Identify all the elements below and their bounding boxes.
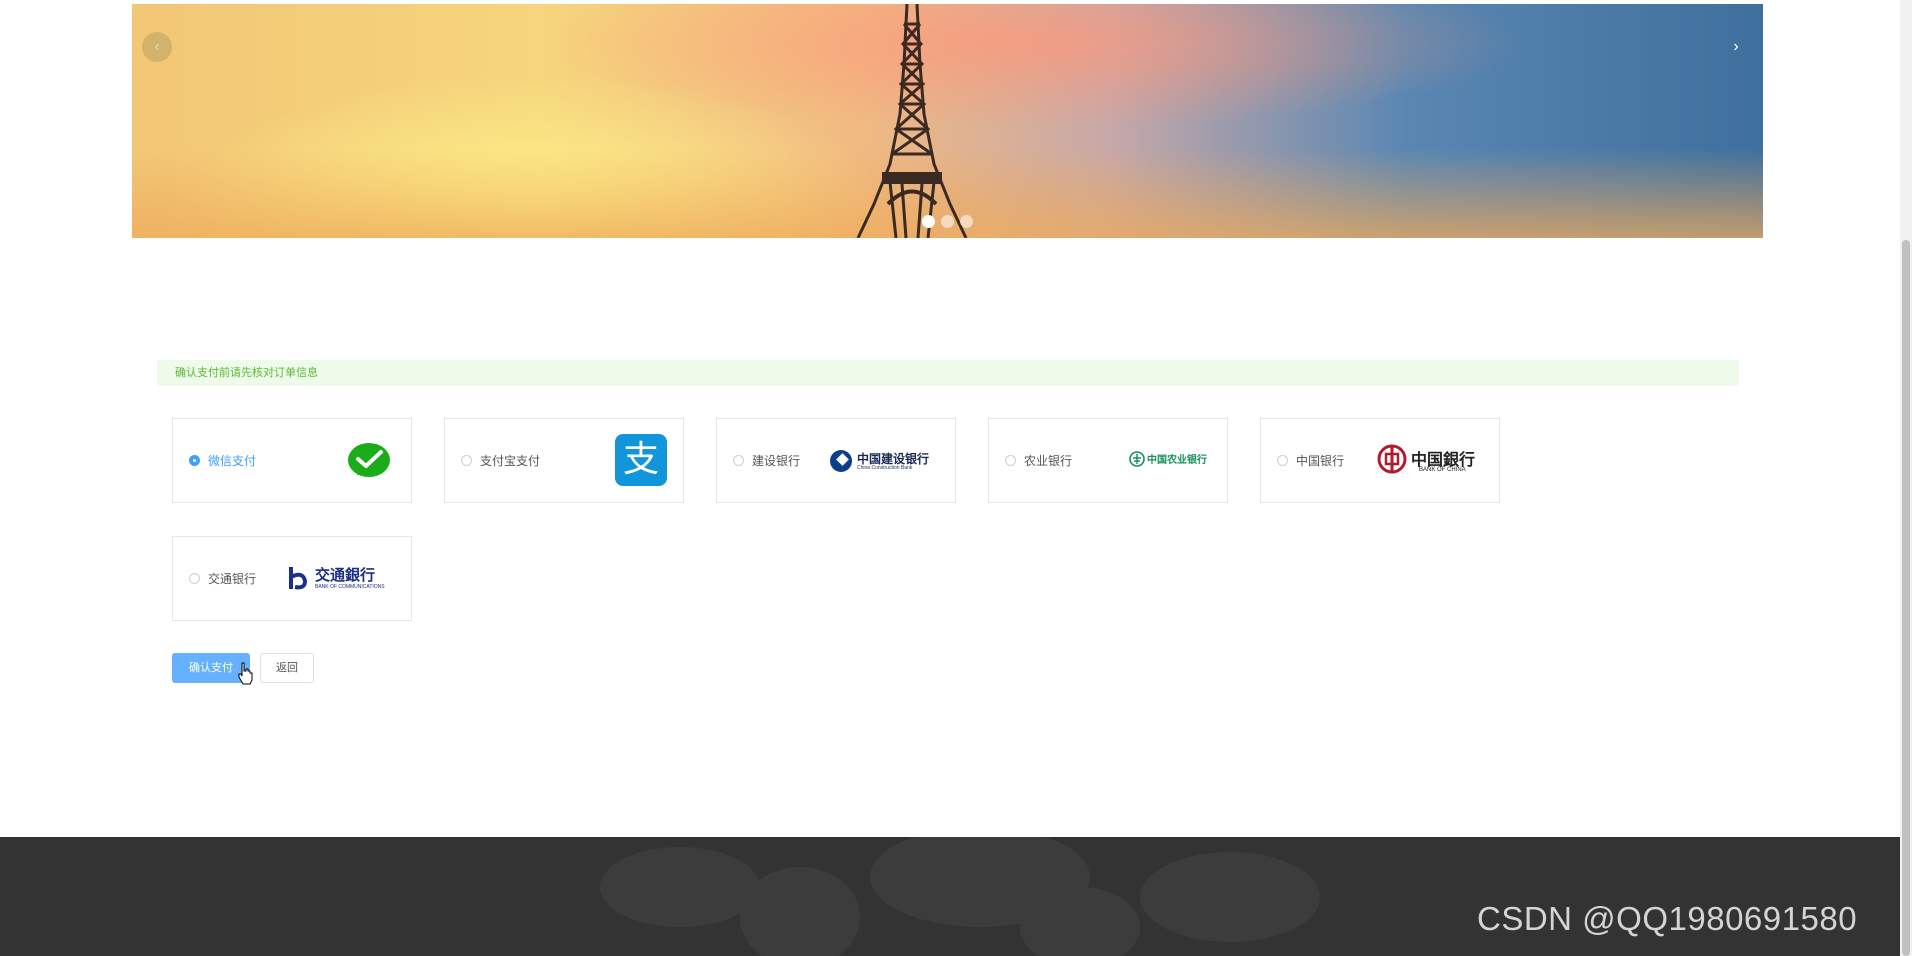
back-button[interactable]: 返回 <box>260 653 314 683</box>
csdn-watermark: CSDN @QQ1980691580 <box>1477 900 1858 937</box>
payment-option-bocom[interactable]: 交通银行 交通銀行 BANK OF COMMUNICATIONS <box>172 536 412 621</box>
payment-option-abc[interactable]: 农业银行 中国农业银行 <box>988 418 1228 503</box>
scrollbar-thumb[interactable] <box>1902 240 1910 956</box>
vertical-scrollbar[interactable] <box>1900 0 1912 956</box>
ccb-logo-icon <box>830 450 852 472</box>
carousel-next-button[interactable]: › <box>1721 32 1751 62</box>
payment-radio-wechat[interactable] <box>189 455 200 466</box>
bocom-logo-icon <box>289 567 308 590</box>
payment-option-ccb[interactable]: 建设银行 中国建设银行 China Construction Bank <box>716 418 956 503</box>
wechat-pay-icon <box>348 443 390 477</box>
carousel-indicators <box>922 215 973 228</box>
carousel-dot-2[interactable] <box>941 215 954 228</box>
bocom-logo-text: 交通銀行 <box>315 566 376 584</box>
payment-label: 微信支付 <box>208 454 257 468</box>
payment-radio-bocom[interactable] <box>189 573 200 584</box>
payment-radio-boc[interactable] <box>1277 455 1288 466</box>
carousel-dot-1[interactable] <box>922 215 935 228</box>
payment-option-wechat[interactable]: 微信支付 <box>172 418 412 503</box>
payment-label: 建设银行 <box>752 454 801 468</box>
boc-logo-icon <box>1377 444 1407 474</box>
eiffel-tower-image <box>856 4 968 238</box>
abc-logo-text: 中国农业银行 <box>1147 455 1207 466</box>
bocom-logo-subtext: BANK OF COMMUNICATIONS <box>315 584 385 590</box>
alipay-icon: 支 <box>615 434 667 486</box>
page-footer <box>0 837 1900 956</box>
payment-radio-ccb[interactable] <box>733 455 744 466</box>
carousel-prev-button[interactable]: ‹ <box>142 32 172 62</box>
payment-label: 支付宝支付 <box>480 454 541 468</box>
world-map-background <box>600 837 1320 956</box>
payment-label: 交通银行 <box>208 572 257 586</box>
carousel-dot-3[interactable] <box>960 215 973 228</box>
payment-radio-abc[interactable] <box>1005 455 1016 466</box>
payment-radio-alipay[interactable] <box>461 455 472 466</box>
ccb-logo-subtext: China Construction Bank <box>857 465 913 471</box>
order-check-notice: 确认支付前请先核对订单信息 <box>157 360 1739 386</box>
payment-option-alipay[interactable]: 支付宝支付 支 <box>444 418 684 503</box>
payment-option-boc[interactable]: 中国银行 中国銀行 BANK OF CHINA <box>1260 418 1500 503</box>
boc-logo-subtext: BANK OF CHINA <box>1419 467 1466 473</box>
payment-label: 中国银行 <box>1296 454 1345 468</box>
payment-label: 农业银行 <box>1024 454 1073 468</box>
abc-logo-icon <box>1129 451 1145 467</box>
banner-carousel: ‹ › <box>132 4 1763 238</box>
mouse-pointer-icon <box>238 662 253 685</box>
